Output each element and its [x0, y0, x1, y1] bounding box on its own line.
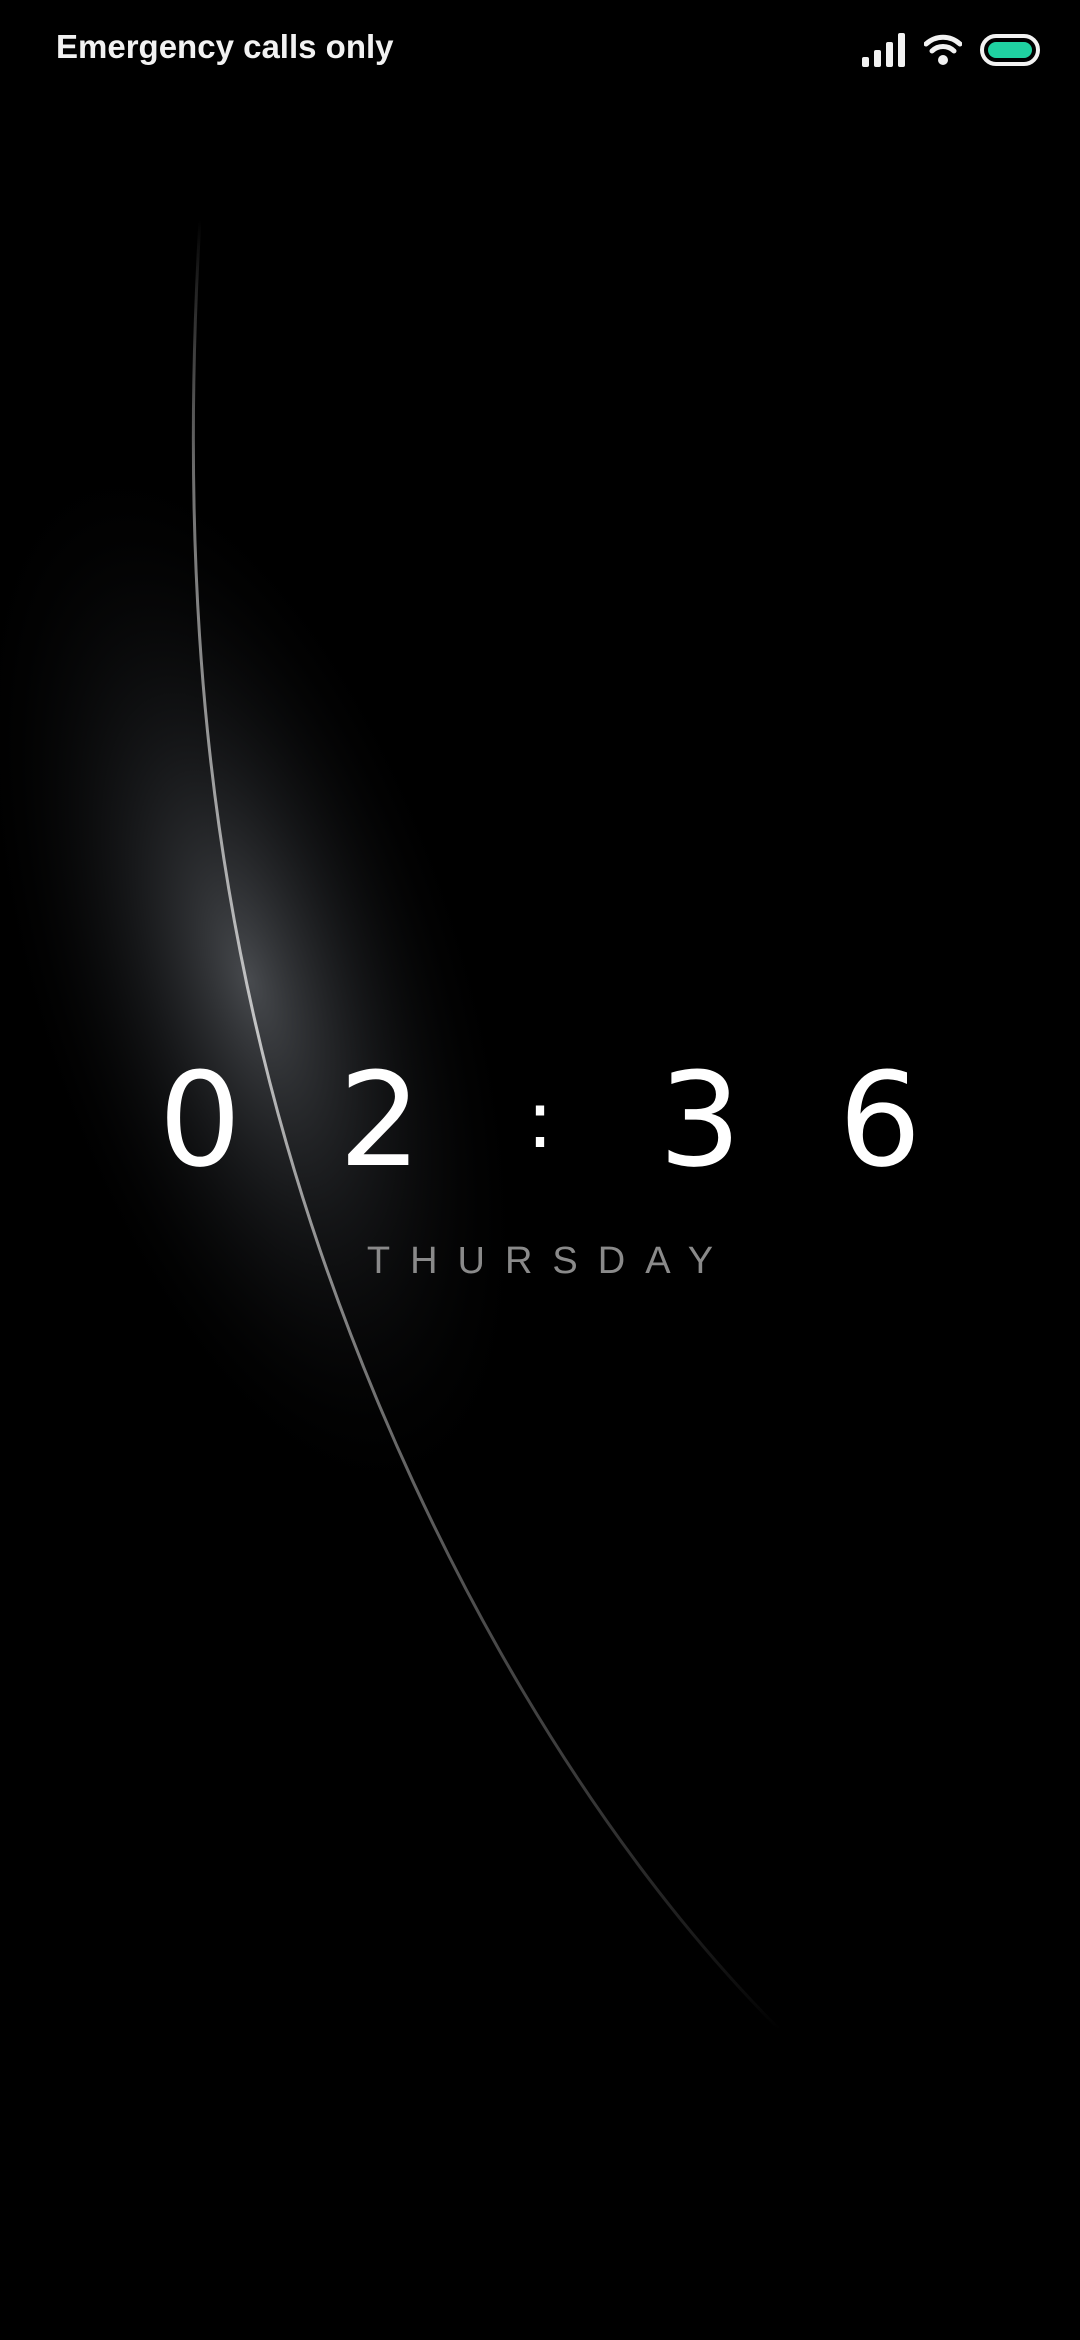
clock-minute-ones: 6 — [838, 1044, 922, 1196]
lockscreen-clock: 0 2 : 3 6 — [0, 1045, 1080, 1195]
carrier-status-text: Emergency calls only — [56, 28, 394, 65]
day-of-week: THURSDAY — [366, 1240, 734, 1282]
battery-icon — [980, 33, 1040, 67]
clock-separator: : — [526, 1073, 554, 1166]
signal-icon — [862, 33, 906, 67]
clock-hour-ones: 2 — [338, 1044, 422, 1196]
status-bar: Emergency calls only — [0, 0, 1080, 100]
clock-minute-tens: 3 — [658, 1044, 742, 1196]
clock-hour-tens: 0 — [158, 1044, 242, 1196]
wifi-icon — [923, 33, 963, 67]
status-icons — [862, 28, 1040, 72]
